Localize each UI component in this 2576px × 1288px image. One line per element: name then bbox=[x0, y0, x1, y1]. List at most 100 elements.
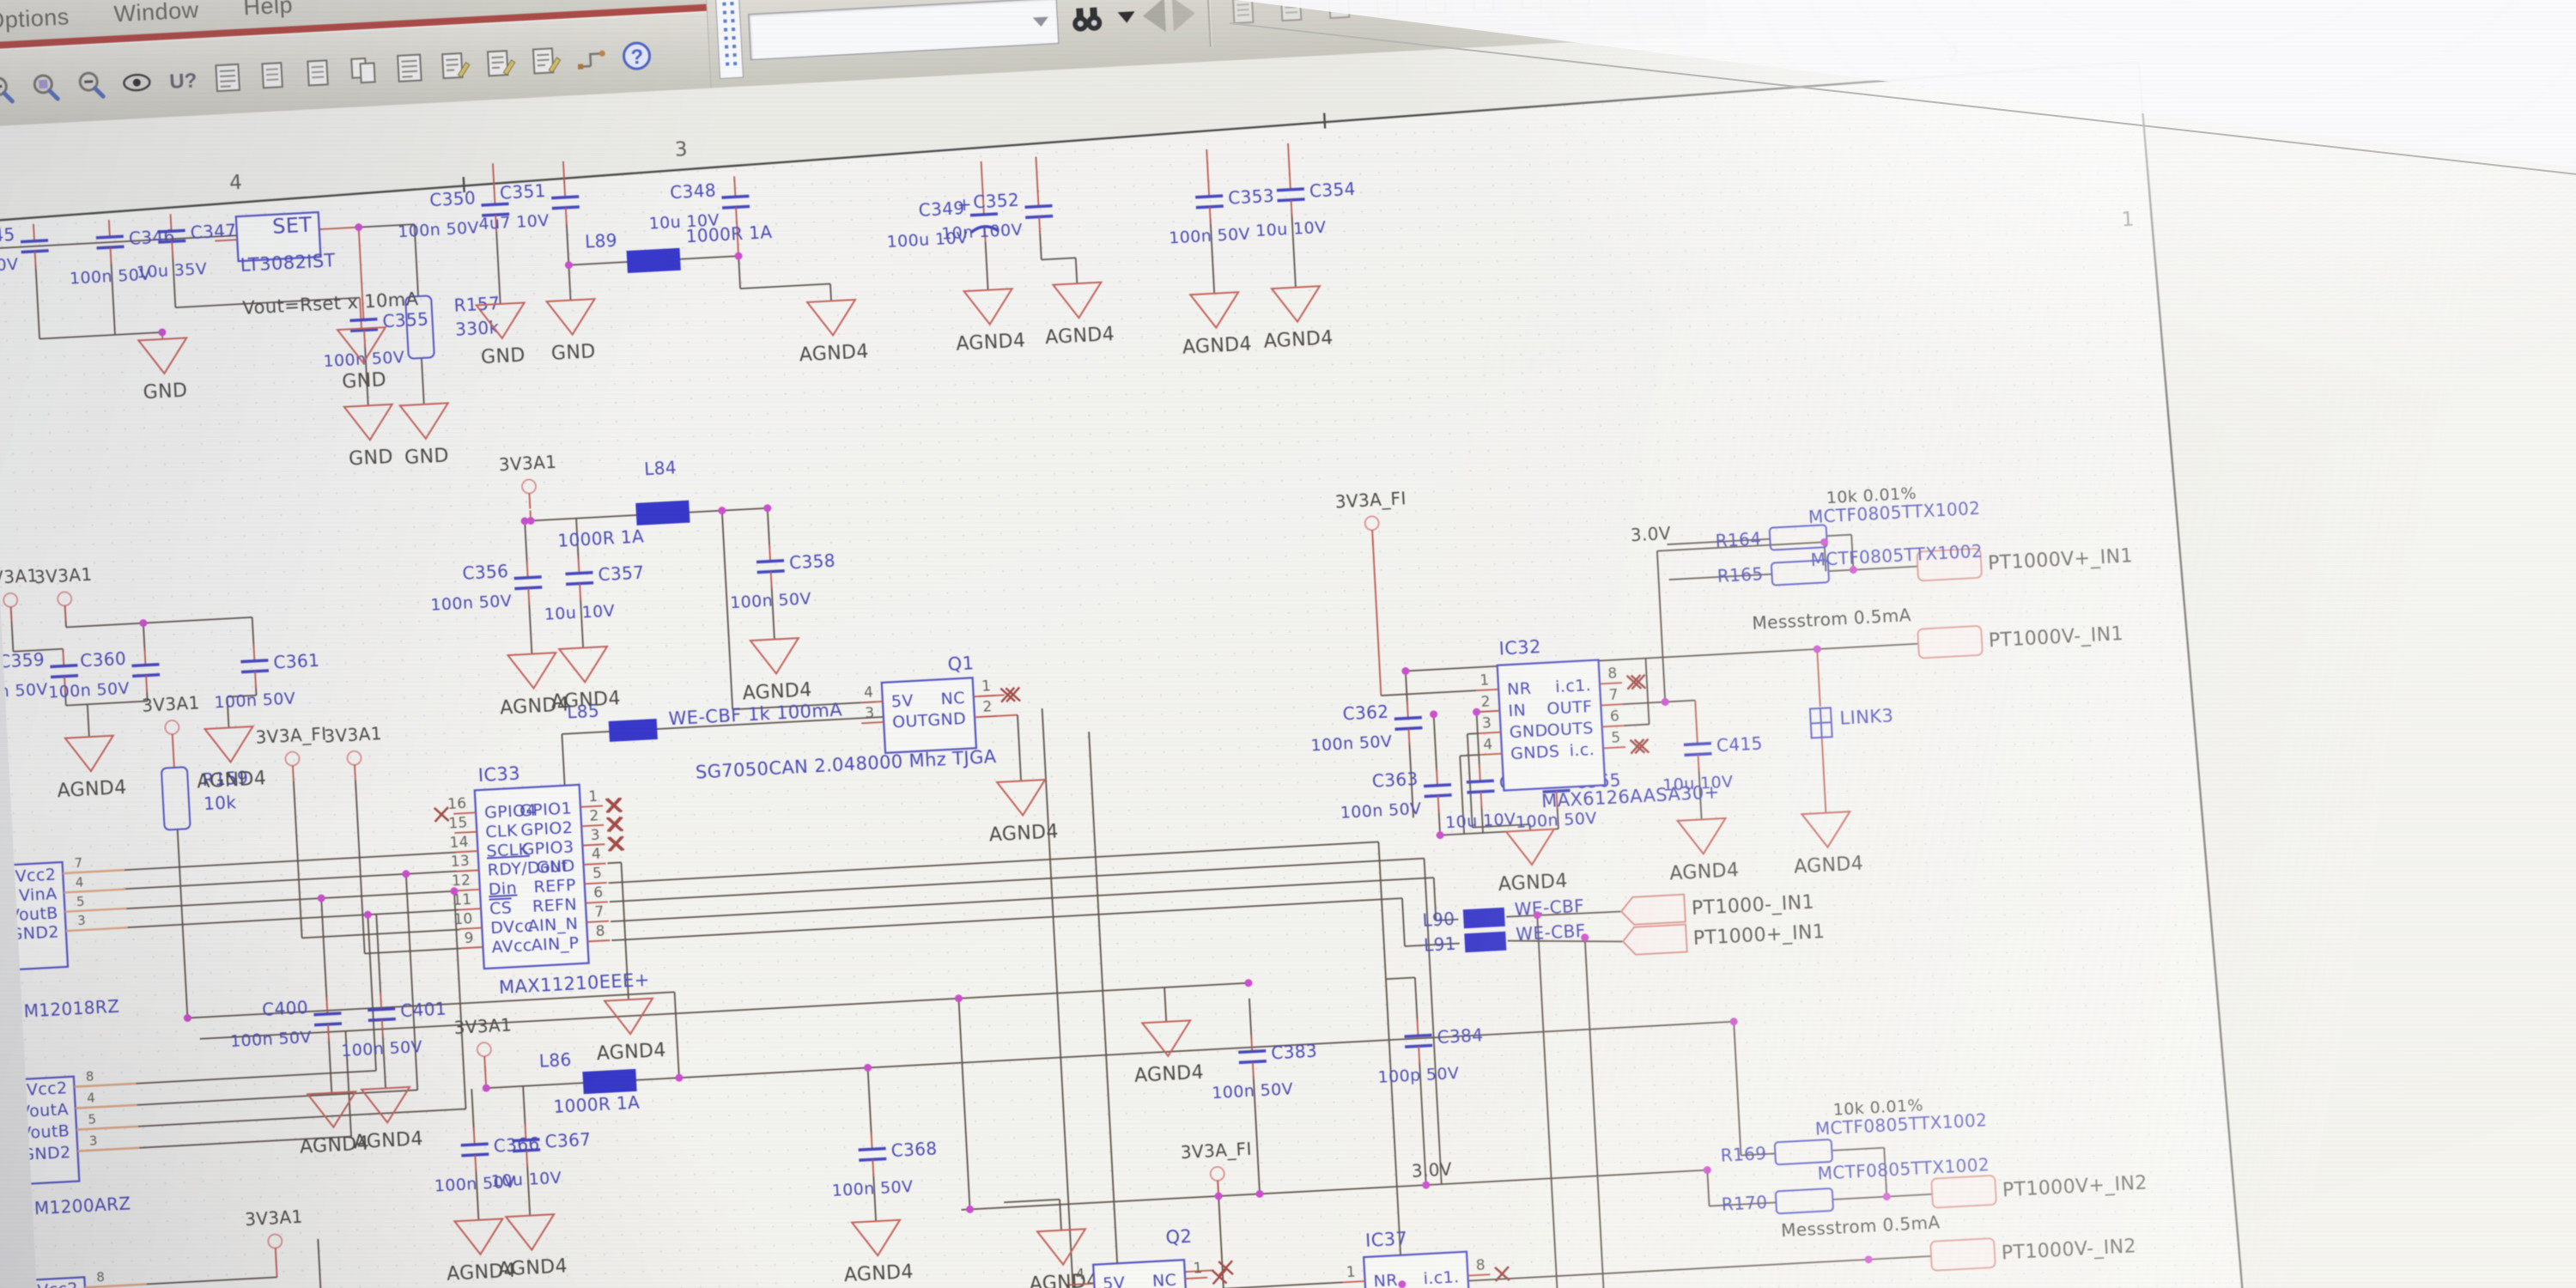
ferrite-bead-L84-ref[interactable]: L84 bbox=[644, 457, 677, 479]
search-input[interactable] bbox=[749, 0, 1034, 59]
capacitor-C348-stub[interactable] bbox=[734, 179, 735, 197]
sheet-symbol-M1200ARZ-pin-number[interactable]: 4 bbox=[87, 1090, 96, 1106]
power-flag-3V3A1-stem[interactable] bbox=[11, 607, 12, 623]
capacitor-C352-ref[interactable]: C352 bbox=[973, 190, 1020, 213]
ic-IC32-pin-number[interactable]: 2 bbox=[1480, 693, 1491, 711]
capacitor-C351-stub[interactable] bbox=[564, 180, 565, 197]
capacitor-C354-stub[interactable] bbox=[1291, 200, 1292, 217]
ic-IC33-pin-number[interactable]: 1 bbox=[588, 788, 598, 806]
power-flag-3V3A1-label[interactable]: 3V3A1 bbox=[498, 452, 557, 476]
disabled-tool-2-icon[interactable] bbox=[1269, 0, 1315, 31]
power-flag-3V3A_FI-stem[interactable] bbox=[1372, 530, 1373, 545]
ic-IC32-pin-number[interactable]: 7 bbox=[1608, 686, 1619, 704]
gnd-symbol-label[interactable]: GND bbox=[550, 341, 596, 365]
capacitor-C366-ref[interactable]: C366 bbox=[493, 1133, 540, 1157]
capacitor-C400-stub[interactable] bbox=[326, 997, 327, 1014]
capacitor-C367-stub[interactable] bbox=[525, 1123, 526, 1140]
capacitor-C346-plate[interactable] bbox=[96, 236, 124, 238]
capacitor-C361-stub[interactable] bbox=[255, 671, 256, 689]
ic-Q2-pin-label[interactable]: 5V bbox=[1103, 1273, 1126, 1288]
ferrite-bead-L84[interactable] bbox=[635, 501, 690, 526]
power-flag-3V3A1-stem[interactable] bbox=[484, 1056, 485, 1072]
agnd4-symbol-label[interactable]: AGND4 bbox=[956, 331, 1026, 355]
capacitor-C352-plate[interactable] bbox=[1025, 206, 1053, 208]
net-node-icon[interactable] bbox=[568, 36, 614, 82]
ic-IC32-pin-number[interactable]: 3 bbox=[1482, 714, 1492, 732]
capacitor-C368-ref[interactable]: C368 bbox=[890, 1138, 938, 1161]
disabled-tool-8-icon[interactable] bbox=[1558, 0, 1603, 15]
agnd4-symbol-label[interactable]: AGND4 bbox=[57, 777, 127, 802]
ic-Q2-pin-number[interactable]: 1 bbox=[1193, 1260, 1203, 1278]
agnd4-symbol-label[interactable]: AGND4 bbox=[197, 768, 267, 793]
ferrite-bead-L91-value[interactable]: WE-CBF bbox=[1516, 920, 1586, 945]
capacitor-C354-ref[interactable]: C354 bbox=[1309, 179, 1356, 202]
agnd4-symbol-label[interactable]: AGND4 bbox=[596, 1040, 666, 1065]
sheet-stamp-icon[interactable] bbox=[205, 55, 251, 100]
capacitor-C358-stub[interactable] bbox=[769, 544, 770, 562]
capacitor-C347-plate[interactable] bbox=[158, 230, 185, 232]
capacitor-C345-stub[interactable] bbox=[33, 224, 34, 241]
capacitor-C351-value[interactable]: 4u7 10V bbox=[478, 211, 550, 234]
capacitor-C383-ref[interactable]: C383 bbox=[1271, 1041, 1318, 1064]
ic-IC33-pin-number[interactable]: 14 bbox=[449, 834, 469, 852]
capacitor-C400-plate[interactable] bbox=[313, 1013, 341, 1015]
ic-IC32-ref[interactable]: IC32 bbox=[1498, 636, 1541, 659]
agnd4-symbol-label[interactable]: AGND4 bbox=[353, 1128, 423, 1153]
zoom-in-icon[interactable] bbox=[0, 67, 23, 112]
net-wire[interactable] bbox=[276, 1263, 277, 1277]
schematic-canvas[interactable]: 4321C345100n 100VC346100n 50VC34710u 35V… bbox=[0, 0, 2576, 1288]
menu-options[interactable]: Options bbox=[0, 3, 70, 34]
capacitor-C362-stub[interactable] bbox=[1408, 728, 1409, 745]
capacitor-C367-stub[interactable] bbox=[526, 1151, 527, 1168]
agnd4-symbol-label[interactable]: AGND4 bbox=[1793, 853, 1863, 878]
agnd4-symbol-label[interactable]: AGND4 bbox=[843, 1261, 914, 1286]
ferrite-bead-L86[interactable] bbox=[582, 1069, 636, 1094]
capacitor-C367-ref[interactable]: C367 bbox=[544, 1129, 592, 1152]
net-wire[interactable] bbox=[1460, 755, 1479, 756]
capacitor-C361-ref[interactable]: C361 bbox=[273, 650, 320, 673]
annotation-text[interactable]: 3.0V bbox=[1630, 523, 1671, 545]
power-flag-3V3A1-label[interactable]: 3V3A1 bbox=[142, 692, 201, 716]
ic-Q1-pin-number[interactable]: 3 bbox=[865, 704, 875, 722]
sheet-symbol-M12018RZ-pin-number[interactable]: 7 bbox=[74, 855, 83, 872]
capacitor-C358-ref[interactable]: C358 bbox=[789, 550, 836, 574]
capacitor-C362-plate[interactable] bbox=[1394, 718, 1422, 720]
ic-Q1-pin-label[interactable]: NC bbox=[940, 689, 965, 708]
capacitor-C415-ref[interactable]: C415 bbox=[1716, 733, 1763, 756]
ic-Q1-pin-number[interactable]: 4 bbox=[864, 684, 874, 702]
ic-Q1-ref[interactable]: Q1 bbox=[947, 653, 975, 675]
ic-IC33-pin-label[interactable]: GPIO1 bbox=[519, 799, 573, 820]
gnd-symbol-label[interactable]: GND bbox=[404, 445, 450, 469]
sheet-symbol-M1200ARZ-pin-number[interactable]: 8 bbox=[85, 1068, 94, 1084]
disabled-tool-5-icon[interactable] bbox=[1413, 0, 1459, 23]
capacitor-C357-stub[interactable] bbox=[578, 556, 579, 574]
power-flag-3V3A1-stem[interactable] bbox=[65, 605, 66, 621]
ferrite-bead-L85[interactable] bbox=[609, 719, 658, 742]
net-wire[interactable] bbox=[607, 862, 621, 863]
capacitor-C361-plate[interactable] bbox=[240, 660, 268, 662]
sheet-symbol-M1200ARZ-pin-label[interactable]: VoutA bbox=[19, 1100, 70, 1121]
capacitor-C400-ref[interactable]: C400 bbox=[262, 997, 309, 1020]
ic-IC32-pin-label[interactable]: NR bbox=[1507, 679, 1532, 699]
power-flag-3V3A1-stem[interactable] bbox=[529, 494, 530, 509]
capacitor-C401-stub[interactable] bbox=[380, 993, 381, 1010]
capacitor-C384-plate[interactable] bbox=[1405, 1035, 1432, 1036]
capacitor-C360-ref[interactable]: C360 bbox=[80, 648, 127, 671]
port-PT1000V-_IN2[interactable] bbox=[1930, 1238, 1996, 1271]
capacitor-C346-stub[interactable] bbox=[109, 220, 110, 237]
ferrite-bead-L91-ref[interactable]: L91 bbox=[1423, 933, 1456, 956]
ic-IC33-pin-label[interactable]: AIN_N bbox=[527, 914, 579, 936]
capacitor-C357-ref[interactable]: C357 bbox=[598, 562, 645, 586]
forward-arrow-button[interactable] bbox=[1172, 0, 1196, 32]
capacitor-C383-plate[interactable] bbox=[1238, 1051, 1266, 1053]
agnd4-symbol-label[interactable]: AGND4 bbox=[1029, 1271, 1099, 1288]
capacitor-C358-plate[interactable] bbox=[756, 561, 784, 562]
capacitor-C353-ref[interactable]: C353 bbox=[1228, 185, 1275, 209]
visibility-eye-icon[interactable] bbox=[114, 60, 160, 106]
capacitor-C361-stub[interactable] bbox=[253, 644, 254, 661]
agnd4-symbol-label[interactable]: AGND4 bbox=[1044, 324, 1115, 349]
search-combo[interactable] bbox=[748, 0, 1059, 60]
capacitor-C359-stub[interactable] bbox=[63, 649, 64, 666]
capacitor-C350-plate[interactable] bbox=[482, 204, 509, 205]
capacitor-C364-stub[interactable] bbox=[1479, 764, 1480, 781]
